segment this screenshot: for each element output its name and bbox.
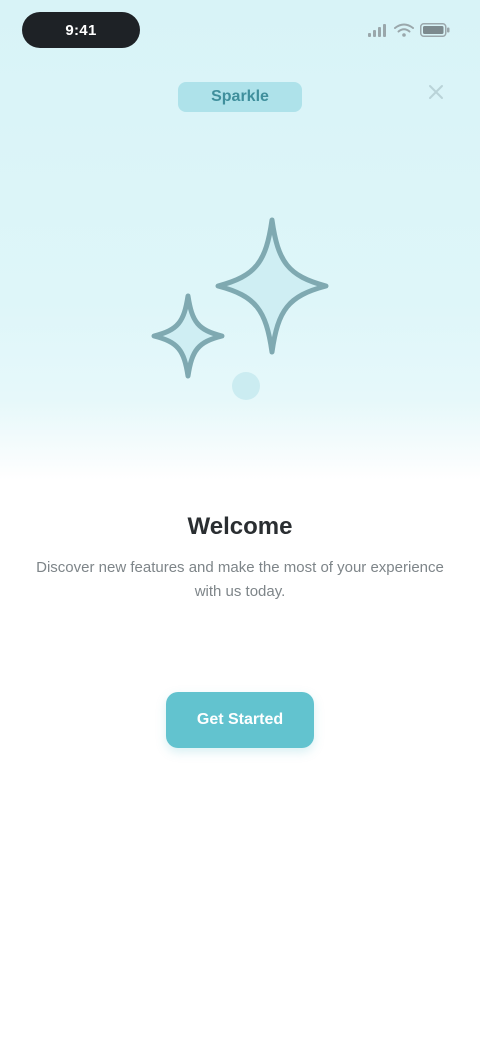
- close-icon: [429, 85, 443, 99]
- get-started-button[interactable]: Get Started: [166, 692, 314, 748]
- welcome-screen: 9:41 Sparkle Welcome Discover new featur…: [0, 0, 480, 1040]
- wifi-icon: [394, 23, 414, 37]
- close-button[interactable]: [414, 72, 458, 112]
- status-time: 9:41: [22, 12, 140, 48]
- status-bar: 9:41: [0, 0, 480, 64]
- sparkles-icon: [151, 217, 329, 400]
- battery-icon: [420, 23, 450, 37]
- app-logo: Sparkle: [178, 82, 302, 112]
- small-sparkle-icon: [151, 293, 225, 379]
- status-icons: [368, 20, 450, 40]
- description-text: Discover new features and make the most …: [36, 559, 444, 600]
- large-sparkle-icon: [215, 217, 329, 355]
- signal-icon: [368, 24, 386, 37]
- page-title: Welcome: [187, 513, 293, 540]
- glow-dot: [232, 372, 260, 400]
